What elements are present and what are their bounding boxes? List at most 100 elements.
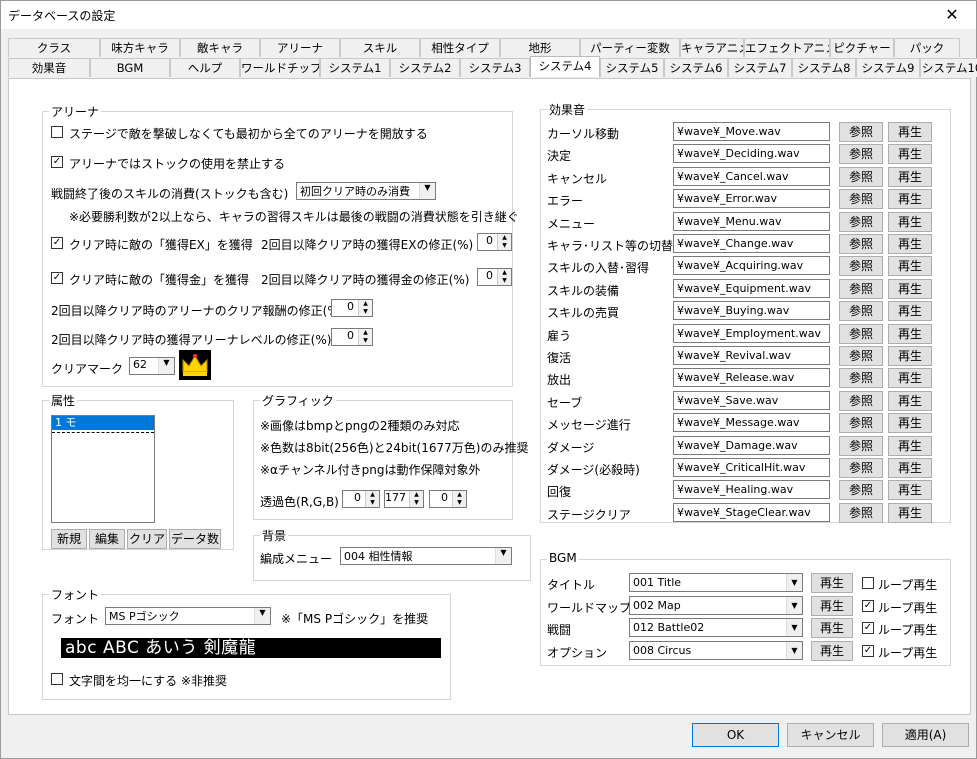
ex-mod-spinner[interactable]: 0 ▲ ▼ [477, 233, 512, 251]
se-play-button[interactable]: 再生 [888, 502, 932, 523]
open-all-checkbox[interactable] [51, 126, 63, 138]
bgm-select[interactable]: 008 Circus ▼ [629, 640, 803, 660]
tab-r1-7[interactable]: パーティー変数 [580, 38, 680, 57]
edit-button[interactable]: 編集 [89, 529, 125, 549]
bgm-loop-checkbox[interactable] [862, 577, 874, 589]
apply-button[interactable]: 適用(A) [882, 723, 969, 747]
tab-r1-8[interactable]: キャラアニメ [680, 38, 744, 57]
get-gold-checkbox[interactable]: ✓ [51, 272, 63, 284]
tab-r2-4[interactable]: システム1 [320, 58, 390, 77]
se-file-input[interactable]: ¥wave¥_Menu.wav [673, 211, 830, 231]
se-play-button[interactable]: 再生 [888, 458, 932, 478]
bgm-play-button[interactable]: 再生 [811, 595, 853, 616]
bgm-loop-checkbox[interactable]: ✓ [862, 622, 874, 634]
spin-arrows-icon[interactable]: ▲ ▼ [358, 329, 372, 345]
se-play-button[interactable]: 再生 [888, 368, 932, 389]
se-file-input[interactable]: ¥wave¥_Damage.wav [673, 435, 830, 455]
se-play-button[interactable]: 再生 [888, 346, 932, 366]
no-stock-checkbox[interactable]: ✓ [51, 156, 63, 168]
spin-arrows-icon[interactable]: ▲ ▼ [497, 234, 511, 250]
se-browse-button[interactable]: 参照 [839, 458, 883, 478]
se-file-input[interactable]: ¥wave¥_Move.wav [673, 122, 830, 141]
se-browse-button[interactable]: 参照 [839, 166, 883, 187]
se-play-button[interactable]: 再生 [888, 122, 932, 142]
se-play-button[interactable]: 再生 [888, 390, 932, 411]
tab-r2-10[interactable]: システム7 [728, 58, 792, 77]
se-browse-button[interactable]: 参照 [839, 211, 883, 232]
se-play-button[interactable]: 再生 [888, 166, 932, 187]
se-file-input[interactable]: ¥wave¥_Save.wav [673, 390, 830, 410]
spin-arrows-icon[interactable]: ▲ ▼ [497, 269, 511, 285]
get-ex-checkbox[interactable]: ✓ [51, 237, 63, 249]
se-browse-button[interactable]: 参照 [839, 122, 883, 142]
trans-b-spinner[interactable]: 0 ▲ ▼ [429, 490, 467, 508]
se-file-input[interactable]: ¥wave¥_Buying.wav [673, 301, 830, 321]
se-browse-button[interactable]: 参照 [839, 278, 883, 299]
tab-r2-5[interactable]: システム2 [390, 58, 460, 77]
se-browse-button[interactable]: 参照 [839, 480, 883, 501]
close-icon[interactable]: ✕ [934, 3, 970, 27]
se-file-input[interactable]: ¥wave¥_Acquiring.wav [673, 256, 830, 276]
se-browse-button[interactable]: 参照 [839, 346, 883, 366]
se-file-input[interactable]: ¥wave¥_Release.wav [673, 368, 830, 388]
se-file-input[interactable]: ¥wave¥_StageClear.wav [673, 502, 830, 522]
se-play-button[interactable]: 再生 [888, 413, 932, 434]
menu-select[interactable]: 004 相性情報 ▼ [340, 547, 512, 565]
se-file-input[interactable]: ¥wave¥_Employment.wav [673, 323, 830, 343]
data-count-button[interactable]: データ数 [169, 529, 221, 549]
se-browse-button[interactable]: 参照 [839, 390, 883, 411]
tab-r2-9[interactable]: システム6 [664, 58, 728, 77]
ok-button[interactable]: OK [692, 723, 779, 747]
clear-mark-select[interactable]: 62 ▼ [129, 357, 175, 375]
se-browse-button[interactable]: 参照 [839, 301, 883, 322]
se-file-input[interactable]: ¥wave¥_Cancel.wav [673, 166, 830, 186]
tab-r1-0[interactable]: クラス [8, 38, 100, 57]
tab-r1-11[interactable]: パック [894, 38, 960, 57]
se-play-button[interactable]: 再生 [888, 323, 932, 344]
tab-r1-1[interactable]: 味方キャラ [100, 38, 180, 57]
bgm-play-button[interactable]: 再生 [811, 573, 853, 593]
tab-r1-9[interactable]: エフェクトアニメ [744, 38, 830, 57]
se-play-button[interactable]: 再生 [888, 435, 932, 456]
tab-r1-3[interactable]: アリーナ [260, 38, 340, 57]
trans-g-spinner[interactable]: 177 ▲ ▼ [384, 490, 424, 508]
tab-r2-11[interactable]: システム8 [792, 58, 856, 77]
reward-mod-spinner[interactable]: 0 ▲ ▼ [331, 299, 373, 317]
font-select[interactable]: MS Pゴシック ▼ [105, 607, 271, 625]
se-play-button[interactable]: 再生 [888, 189, 932, 210]
se-browse-button[interactable]: 参照 [839, 435, 883, 456]
tab-r2-1[interactable]: BGM [90, 58, 170, 77]
se-file-input[interactable]: ¥wave¥_Deciding.wav [673, 144, 830, 164]
se-play-button[interactable]: 再生 [888, 234, 932, 254]
se-play-button[interactable]: 再生 [888, 256, 932, 277]
se-file-input[interactable]: ¥wave¥_Revival.wav [673, 346, 830, 365]
se-file-input[interactable]: ¥wave¥_Equipment.wav [673, 278, 830, 298]
trans-r-spinner[interactable]: 0 ▲ ▼ [342, 490, 380, 508]
se-browse-button[interactable]: 参照 [839, 323, 883, 344]
se-file-input[interactable]: ¥wave¥_Error.wav [673, 189, 830, 209]
se-play-button[interactable]: 再生 [888, 144, 932, 165]
se-browse-button[interactable]: 参照 [839, 413, 883, 434]
se-file-input[interactable]: ¥wave¥_Healing.wav [673, 480, 830, 500]
tab-r1-4[interactable]: スキル [340, 38, 420, 57]
se-browse-button[interactable]: 参照 [839, 189, 883, 210]
spin-arrows-icon[interactable]: ▲ ▼ [409, 491, 423, 507]
se-browse-button[interactable]: 参照 [839, 234, 883, 254]
attribute-list[interactable]: 1 モ [51, 415, 155, 523]
spin-arrows-icon[interactable]: ▲ ▼ [358, 300, 372, 316]
bgm-loop-checkbox[interactable]: ✓ [862, 644, 874, 657]
clear-button[interactable]: クリア [127, 529, 167, 549]
new-button[interactable]: 新規 [51, 529, 87, 549]
tab-r2-2[interactable]: ヘルプ [170, 58, 240, 77]
se-play-button[interactable]: 再生 [888, 301, 932, 322]
se-file-input[interactable]: ¥wave¥_Change.wav [673, 234, 830, 253]
skill-consume-select[interactable]: 初回クリア時のみ消費 ▼ [296, 182, 436, 200]
se-file-input[interactable]: ¥wave¥_CriticalHit.wav [673, 458, 830, 477]
list-item[interactable]: 1 モ [52, 416, 154, 430]
bgm-play-button[interactable]: 再生 [811, 640, 853, 661]
tab-r2-3[interactable]: ワールドチップ [240, 58, 320, 77]
bgm-select[interactable]: 002 Map ▼ [629, 595, 803, 615]
tab-r1-5[interactable]: 相性タイプ [420, 38, 500, 57]
tab-r1-2[interactable]: 敵キャラ [180, 38, 260, 57]
tab-r2-12[interactable]: システム9 [856, 58, 920, 77]
